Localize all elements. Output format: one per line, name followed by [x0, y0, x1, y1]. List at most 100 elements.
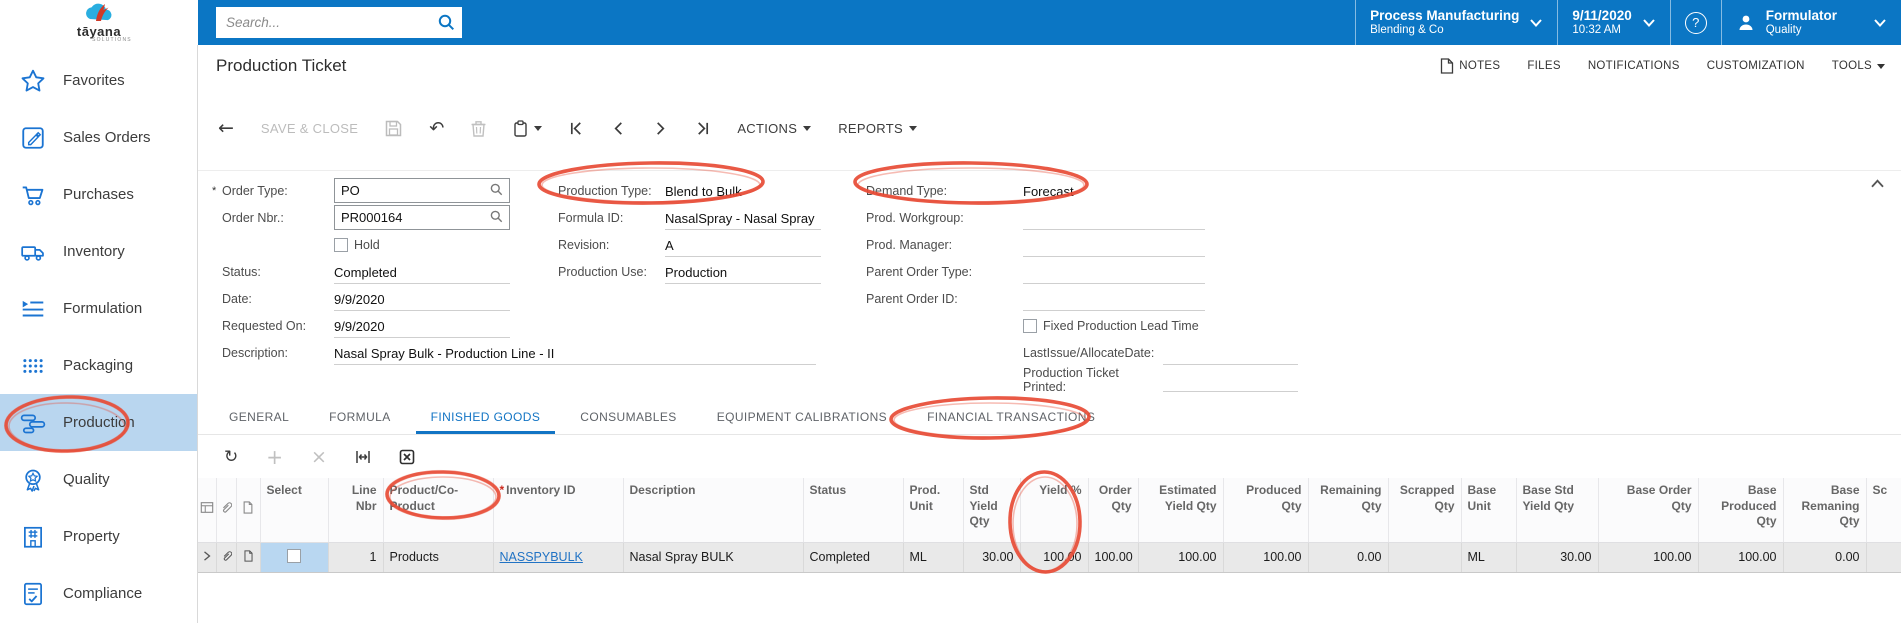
col-base-produced-qty[interactable]: Base Produced Qty — [1698, 478, 1783, 542]
row-select-checkbox[interactable] — [287, 549, 301, 563]
parent-order-id-value[interactable] — [1023, 287, 1205, 311]
lookup-magnifier-icon[interactable] — [490, 183, 503, 199]
notes-button[interactable]: NOTES — [1440, 58, 1500, 74]
sidebar-item-formulation[interactable]: Formulation — [0, 280, 197, 337]
sidebar-item-production[interactable]: Production — [0, 394, 197, 451]
col-remaining-qty[interactable]: Remaining Qty — [1308, 478, 1388, 542]
chevron-down-icon — [1642, 18, 1656, 28]
notifications-button[interactable]: NOTIFICATIONS — [1588, 60, 1680, 72]
col-produced-qty[interactable]: Produced Qty — [1223, 478, 1308, 542]
delete-button[interactable] — [471, 120, 486, 137]
tab-finished-goods[interactable]: FINISHED GOODS — [416, 402, 556, 434]
delete-row-button[interactable]: × — [311, 448, 327, 467]
star-icon — [20, 68, 46, 94]
building-icon — [20, 524, 46, 550]
col-std-yield-qty[interactable]: Std Yield Qty — [963, 478, 1020, 542]
parent-order-type-value[interactable] — [1023, 260, 1205, 284]
order-type-input[interactable]: PO — [334, 178, 510, 203]
tab-formula[interactable]: FORMULA — [314, 402, 405, 434]
row-expand-cell[interactable] — [198, 542, 216, 572]
save-close-button[interactable]: SAVE & CLOSE — [261, 121, 358, 136]
actions-menu-button[interactable]: ACTIONS — [737, 121, 811, 136]
company-branch-selector[interactable]: Process Manufacturing Blending & Co — [1355, 0, 1557, 45]
refresh-button[interactable]: ↻ — [224, 449, 238, 466]
prev-record-button[interactable] — [611, 121, 626, 136]
tab-financial-transactions[interactable]: FINANCIAL TRANSACTIONS — [912, 402, 1110, 434]
search-icon[interactable] — [438, 14, 455, 36]
date-value[interactable]: 9/9/2020 — [334, 287, 510, 311]
col-estimated-yield-qty[interactable]: Estimated Yield Qty — [1138, 478, 1223, 542]
row-attachment-cell[interactable] — [216, 542, 236, 572]
last-issue-date-value[interactable] — [1163, 341, 1298, 365]
sidebar-item-quality[interactable]: Quality — [0, 451, 197, 508]
sidebar-item-compliance[interactable]: Compliance — [0, 565, 197, 622]
back-button[interactable]: ← — [218, 117, 234, 139]
formula-id-value[interactable]: NasalSpray - Nasal Spray — [665, 206, 821, 230]
copy-paste-button[interactable] — [513, 120, 542, 137]
col-truncated[interactable]: Sc — [1866, 478, 1901, 542]
add-row-button[interactable]: + — [266, 447, 283, 467]
table-row[interactable]: 1 Products NASSPYBULK Nasal Spray BULK C… — [198, 542, 1901, 572]
col-product-co-product[interactable]: Product/Co-Product — [383, 478, 493, 542]
requested-on-value[interactable]: 9/9/2020 — [334, 314, 510, 338]
sidebar-item-inventory[interactable]: Inventory — [0, 223, 197, 280]
export-excel-button[interactable] — [399, 449, 415, 465]
lookup-magnifier-icon[interactable] — [490, 210, 503, 226]
help-icon[interactable]: ? — [1685, 12, 1707, 34]
prod-workgroup-value[interactable] — [1023, 206, 1205, 230]
collapse-summary-button[interactable] — [1870, 176, 1885, 194]
inventory-id-link[interactable]: NASSPYBULK — [500, 550, 583, 564]
cell-truncated — [1866, 542, 1901, 572]
tab-equipment-calibrations[interactable]: EQUIPMENT CALIBRATIONS — [702, 402, 902, 434]
col-description[interactable]: Description — [623, 478, 803, 542]
help-button[interactable]: ? — [1670, 0, 1721, 45]
revision-value[interactable]: A — [665, 233, 821, 257]
grid-settings-header[interactable] — [198, 478, 216, 542]
business-date-selector[interactable]: 9/11/2020 10:32 AM — [1557, 0, 1669, 45]
row-note-cell[interactable] — [236, 542, 260, 572]
col-prod-unit[interactable]: Prod. Unit — [903, 478, 963, 542]
col-scrapped-qty[interactable]: Scrapped Qty — [1388, 478, 1461, 542]
tab-general[interactable]: GENERAL — [214, 402, 304, 434]
fit-width-button[interactable] — [355, 449, 371, 465]
customization-button[interactable]: CUSTOMIZATION — [1707, 60, 1805, 72]
col-inventory-id[interactable]: *Inventory ID — [493, 478, 623, 542]
hold-checkbox[interactable] — [334, 238, 348, 252]
tools-button[interactable]: TOOLS — [1832, 60, 1885, 72]
col-line-nbr[interactable]: Line Nbr — [328, 478, 383, 542]
sidebar-item-packaging[interactable]: Packaging — [0, 337, 197, 394]
last-record-button[interactable] — [695, 121, 710, 136]
col-base-unit[interactable]: Base Unit — [1461, 478, 1516, 542]
grid-settings-icon — [200, 501, 214, 514]
next-record-button[interactable] — [653, 121, 668, 136]
col-select[interactable]: Select — [260, 478, 328, 542]
row-select-cell[interactable] — [260, 542, 328, 572]
tab-consumables[interactable]: CONSUMABLES — [565, 402, 691, 434]
sidebar-item-sales-orders[interactable]: Sales Orders — [0, 109, 197, 166]
ticket-printed-value[interactable] — [1163, 368, 1298, 392]
col-base-order-qty[interactable]: Base Order Qty — [1598, 478, 1698, 542]
fixed-lead-time-checkbox[interactable] — [1023, 319, 1037, 333]
col-yield-pct[interactable]: Yield % — [1020, 478, 1088, 542]
sidebar-item-purchases[interactable]: Purchases — [0, 166, 197, 223]
save-button[interactable] — [385, 120, 402, 137]
sidebar-item-favorites[interactable]: Favorites — [0, 52, 197, 109]
undo-button[interactable]: ↶ — [429, 118, 444, 139]
col-base-remaning-qty[interactable]: Base Remaning Qty — [1783, 478, 1866, 542]
reports-menu-button[interactable]: REPORTS — [838, 121, 917, 136]
search-input[interactable] — [216, 7, 462, 38]
files-button[interactable]: FILES — [1527, 60, 1560, 72]
col-status[interactable]: Status — [803, 478, 903, 542]
notes-column-header[interactable] — [236, 478, 260, 542]
col-order-qty[interactable]: Order Qty — [1088, 478, 1138, 542]
description-value[interactable]: Nasal Spray Bulk - Production Line - II — [334, 341, 816, 365]
order-nbr-input[interactable]: PR000164 — [334, 205, 510, 230]
global-search[interactable] — [216, 7, 462, 38]
sidebar-item-label: Quality — [63, 471, 110, 488]
prod-manager-value[interactable] — [1023, 233, 1205, 257]
attachments-column-header[interactable] — [216, 478, 236, 542]
col-base-std-yield-qty[interactable]: Base Std Yield Qty — [1516, 478, 1598, 542]
sidebar-item-property[interactable]: Property — [0, 508, 197, 565]
first-record-button[interactable] — [569, 121, 584, 136]
user-menu[interactable]: Formulator Quality — [1721, 0, 1901, 45]
